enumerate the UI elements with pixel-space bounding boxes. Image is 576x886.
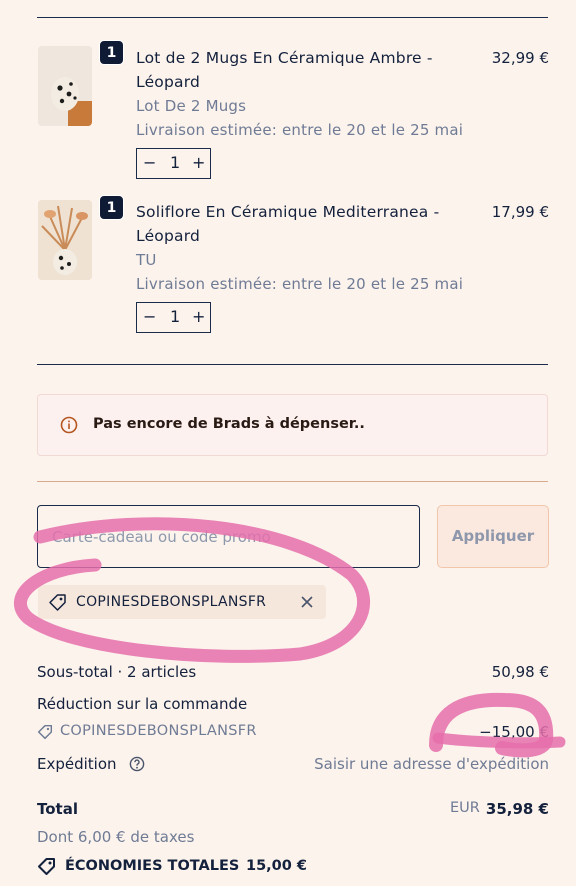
item-delivery-estimate: Livraison estimée: entre le 20 et le 25 … <box>136 121 464 139</box>
info-circle-icon <box>60 416 78 434</box>
savings-value: 15,00 € <box>246 858 308 874</box>
total-currency: EUR <box>450 800 480 816</box>
discount-code: COPINESDEBONSPLANSFR <box>60 723 257 739</box>
items-divider <box>37 364 548 365</box>
item-quantity-badge: 1 <box>99 40 124 65</box>
promo-code-input[interactable] <box>38 506 419 567</box>
item-quantity-badge: 1 <box>99 195 124 220</box>
applied-promo-code: COPINESDEBONSPLANSFR <box>76 594 267 610</box>
remove-promo-icon[interactable] <box>300 595 314 609</box>
shipping-label: Expédition <box>37 755 117 773</box>
total-value: 35,98 € <box>485 800 549 818</box>
brads-notice: Pas encore de Brads à dépenser.. <box>37 394 548 456</box>
decrease-quantity-button[interactable]: − <box>143 152 156 174</box>
notice-text: Pas encore de Brads à dépenser.. <box>93 416 365 432</box>
quantity-stepper: − 1 + <box>136 148 211 179</box>
quantity-value[interactable]: 1 <box>170 152 180 174</box>
item-title-line: Léopard <box>136 73 201 91</box>
item-price: 32,99 € <box>491 49 549 67</box>
item-title[interactable]: Lot de 2 Mugs En Céramique Ambre - Léopa… <box>136 46 456 94</box>
promo-code-field[interactable] <box>37 505 420 568</box>
item-title-line: Soliflore En Céramique Mediterranea - <box>136 203 440 221</box>
item-variant: Lot De 2 Mugs <box>136 97 247 115</box>
top-divider <box>37 17 548 18</box>
promo-divider <box>37 481 548 482</box>
subtotal-label: Sous-total · 2 articles <box>37 663 197 681</box>
savings-label: ÉCONOMIES TOTALES <box>65 858 240 874</box>
product-image-soliflore[interactable] <box>38 200 92 280</box>
taxes-note: Dont 6,00 € de taxes <box>37 828 195 846</box>
item-delivery-estimate: Livraison estimée: entre le 20 et le 25 … <box>136 275 464 293</box>
item-variant: TU <box>136 251 157 269</box>
tag-icon <box>38 858 55 875</box>
tag-icon <box>37 724 53 740</box>
discount-value: −15,00 € <box>479 723 549 741</box>
item-price: 17,99 € <box>491 203 549 221</box>
applied-promo-chip: COPINESDEBONSPLANSFR <box>38 585 326 619</box>
item-title-line: Léopard <box>136 227 201 245</box>
product-image-mugs[interactable] <box>38 46 92 126</box>
help-circle-icon[interactable] <box>129 756 145 772</box>
increase-quantity-button[interactable]: + <box>192 306 205 328</box>
increase-quantity-button[interactable]: + <box>192 152 205 174</box>
tag-icon <box>49 594 66 611</box>
decrease-quantity-button[interactable]: − <box>143 306 156 328</box>
total-label: Total <box>37 800 78 818</box>
item-title-line: Lot de 2 Mugs En Céramique Ambre - <box>136 49 433 67</box>
discount-label: Réduction sur la commande <box>37 695 248 713</box>
subtotal-value: 50,98 € <box>491 663 549 681</box>
item-title[interactable]: Soliflore En Céramique Mediterranea - Lé… <box>136 200 456 248</box>
quantity-stepper: − 1 + <box>136 302 211 333</box>
apply-promo-button[interactable]: Appliquer <box>437 505 549 568</box>
shipping-value: Saisir une adresse d'expédition <box>314 755 549 773</box>
quantity-value[interactable]: 1 <box>170 306 180 328</box>
